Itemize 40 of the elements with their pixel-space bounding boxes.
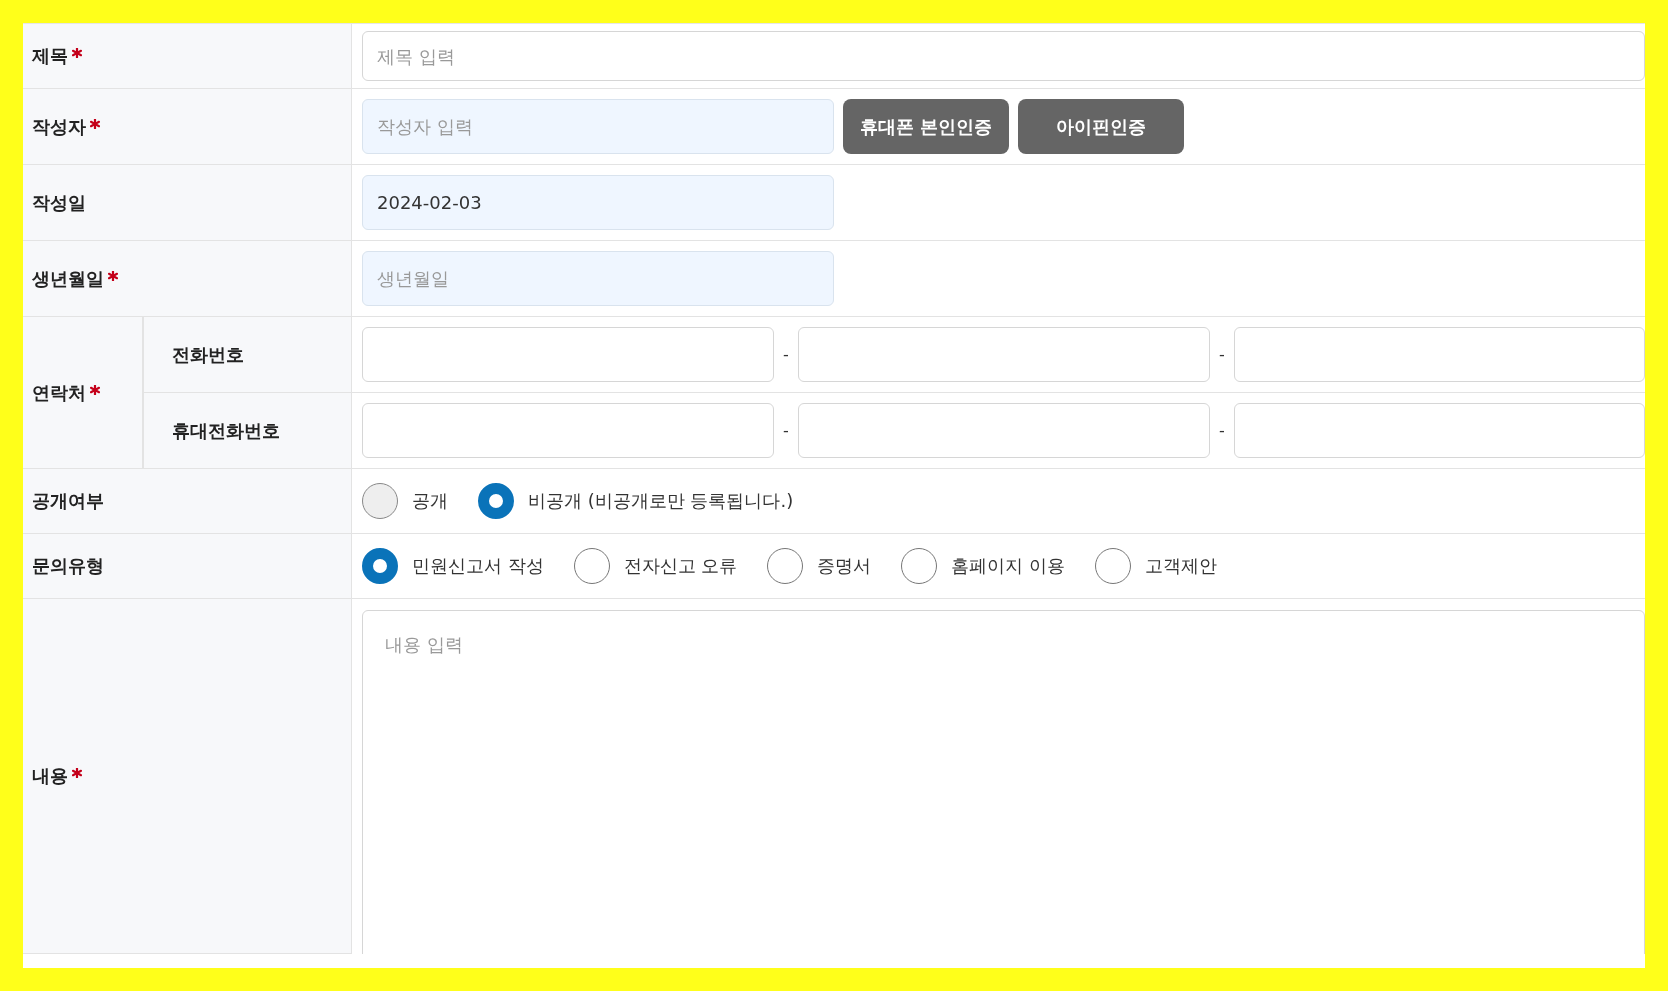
dash-separator: - [1218, 345, 1226, 364]
phone-field[interactable] [798, 327, 1210, 382]
radio-label: 홈페이지 이용 [951, 554, 1066, 578]
verification-button[interactable]: 아이핀인증 [1018, 99, 1184, 154]
radio-button[interactable] [901, 548, 938, 584]
text-field[interactable]: 생년월일 [362, 251, 834, 306]
verification-button[interactable]: 휴대폰 본인인증 [843, 99, 1009, 154]
radio-label: 증명서 [817, 554, 872, 578]
text-field[interactable]: 2024-02-03 [362, 175, 834, 230]
radio-label: 민원신고서 작성 [412, 554, 544, 578]
phone-field[interactable] [1234, 403, 1645, 458]
radio-button[interactable] [362, 548, 398, 584]
field-label: 연락처 [32, 380, 86, 405]
field-label: 생년월일 [32, 266, 104, 291]
radio-button[interactable] [767, 548, 804, 584]
field-label: 제목 [32, 44, 68, 68]
dash-separator: - [782, 345, 790, 364]
field-label: 작성자 [32, 114, 86, 139]
dash-separator: - [782, 421, 790, 440]
field-label: 휴대전화번호 [172, 418, 280, 443]
radio-button[interactable] [573, 548, 610, 584]
phone-field[interactable] [1234, 327, 1645, 382]
text-field[interactable]: 작성자 입력 [362, 99, 834, 154]
text-field[interactable]: 제목 입력 [362, 31, 1645, 81]
field-label: 공개여부 [32, 489, 104, 513]
phone-field[interactable] [798, 403, 1210, 458]
field-label: 내용 [32, 764, 68, 788]
radio-label: 공개 [412, 489, 448, 513]
phone-field[interactable] [362, 403, 774, 458]
content-textarea[interactable]: 내용 입력 [362, 610, 1645, 954]
radio-button[interactable] [1095, 548, 1132, 584]
phone-field[interactable] [362, 327, 774, 382]
radio-label: 전자신고 오류 [623, 554, 738, 578]
field-label: 전화번호 [172, 342, 244, 367]
radio-label: 고객제안 [1145, 554, 1218, 578]
field-label: 작성일 [32, 190, 86, 215]
dash-separator: - [1218, 421, 1226, 440]
radio-button[interactable] [478, 483, 514, 519]
radio-label: 비공개 (비공개로만 등록됩니다.) [528, 489, 794, 513]
field-label: 문의유형 [32, 554, 104, 578]
